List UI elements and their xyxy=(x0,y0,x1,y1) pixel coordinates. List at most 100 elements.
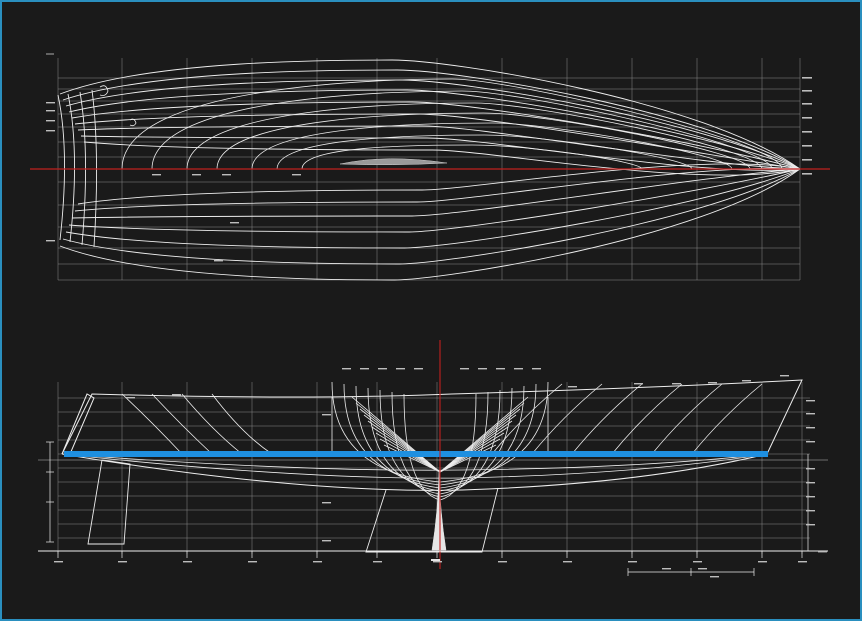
plan-label-mark xyxy=(152,174,161,176)
plan-label-mark xyxy=(46,102,55,104)
profile-label-mark xyxy=(514,368,523,370)
plan-label-mark xyxy=(214,260,223,262)
plan-waterline-upper xyxy=(65,79,801,170)
profile-label-mark xyxy=(806,413,815,415)
plan-label-mark xyxy=(802,117,812,119)
station-label-mark xyxy=(433,561,442,563)
station-label-mark xyxy=(118,561,127,563)
plan-sections xyxy=(121,78,783,170)
profile-buttock-fwd xyxy=(611,383,683,455)
profile-label-mark xyxy=(496,368,505,370)
profile-buttock-fwd xyxy=(571,383,643,455)
profile-label-mark xyxy=(532,368,541,370)
plan-label-mark xyxy=(802,159,812,161)
station-label-mark xyxy=(563,561,572,563)
lines-plan-drawing xyxy=(30,53,830,578)
profile-buttock-aft xyxy=(181,393,243,455)
plan-waterline-lower xyxy=(68,168,801,233)
plan-section-loop xyxy=(216,112,751,170)
midship-label-mark xyxy=(431,559,440,561)
profile-label-mark xyxy=(780,375,789,377)
plan-waterlines xyxy=(59,59,801,281)
plan-label-mark xyxy=(292,174,301,176)
plan-section-loop xyxy=(121,78,783,170)
profile-label-mark xyxy=(322,540,331,542)
waterline-band xyxy=(64,451,768,457)
station-label-mark xyxy=(183,561,192,563)
plan-label-mark xyxy=(802,90,812,92)
profile-label-mark xyxy=(396,368,405,370)
station-label-mark xyxy=(248,561,257,563)
profile-label-mark xyxy=(378,368,387,370)
plan-waterline-lower xyxy=(77,163,801,205)
plan-label-mark xyxy=(46,130,55,132)
plan-label-mark xyxy=(222,174,231,176)
profile-label-mark xyxy=(806,496,815,498)
station-label-mark xyxy=(693,561,702,563)
profile-label-mark xyxy=(818,551,827,553)
profile-label-mark xyxy=(414,368,423,370)
plan-label-mark xyxy=(46,120,55,122)
plan-label-mark xyxy=(230,222,239,224)
profile-label-mark xyxy=(126,397,135,399)
plan-waterline-upper xyxy=(74,113,801,170)
plan-label-mark xyxy=(192,174,201,176)
plan-label-mark xyxy=(802,131,812,133)
station-label-mark xyxy=(373,561,382,563)
profile-label-mark xyxy=(662,568,671,570)
profile-label-mark xyxy=(806,524,815,526)
profile-label-mark xyxy=(172,394,181,396)
profile-label-mark xyxy=(634,383,643,385)
station-label-mark xyxy=(54,561,63,563)
station-label-mark xyxy=(498,561,507,563)
profile-label-mark xyxy=(460,368,469,370)
station-label-mark xyxy=(758,561,767,563)
profile-view xyxy=(38,53,828,578)
profile-rudder xyxy=(87,459,131,545)
profile-label-mark xyxy=(708,382,717,384)
plan-keel-fill xyxy=(339,158,448,166)
station-label-mark xyxy=(313,561,322,563)
plan-section-loop xyxy=(251,122,733,170)
profile-label-mark xyxy=(742,380,751,382)
plan-label-mark xyxy=(46,240,55,242)
profile-label-mark xyxy=(710,576,719,578)
drawing-frame xyxy=(2,2,860,619)
profile-label-mark xyxy=(360,368,369,370)
station-label-mark xyxy=(798,561,807,563)
profile-label-mark xyxy=(698,568,707,570)
plan-waterline-lower xyxy=(65,168,801,249)
plan-label-mark xyxy=(802,173,812,175)
station-label-mark xyxy=(628,561,637,563)
plan-label-mark xyxy=(802,145,812,147)
profile-label-mark xyxy=(672,383,681,385)
plan-view xyxy=(30,58,830,281)
scale-bar xyxy=(627,568,755,576)
profile-label-mark xyxy=(322,414,331,416)
profile-label-mark xyxy=(806,482,815,484)
plan-label-mark xyxy=(802,77,812,79)
profile-ticks xyxy=(46,53,809,558)
profile-buttock-aft xyxy=(121,393,183,455)
plan-rudder-detail xyxy=(99,85,137,127)
profile-buttock-fwd xyxy=(651,383,723,455)
profile-buttock-fwd xyxy=(691,383,763,455)
profile-label-mark xyxy=(806,427,815,429)
profile-buttock-aft xyxy=(211,393,273,455)
plan-label-mark xyxy=(46,110,55,112)
plan-waterline-upper xyxy=(62,69,801,170)
profile-bulb xyxy=(431,471,447,551)
profile-label-mark xyxy=(478,368,487,370)
profile-label-mark xyxy=(342,368,351,370)
profile-label-mark xyxy=(806,441,815,443)
profile-label-mark xyxy=(806,510,815,512)
profile-fin-keel xyxy=(365,487,499,553)
profile-sheer xyxy=(61,379,803,455)
profile-label-mark xyxy=(806,400,815,402)
profile-label-mark xyxy=(322,502,331,504)
plan-label-mark xyxy=(802,103,812,105)
profile-buttock-aft xyxy=(151,393,213,455)
profile-label-mark xyxy=(806,468,815,470)
plan-waterline-lower xyxy=(59,168,801,281)
profile-label-mark xyxy=(568,386,577,388)
